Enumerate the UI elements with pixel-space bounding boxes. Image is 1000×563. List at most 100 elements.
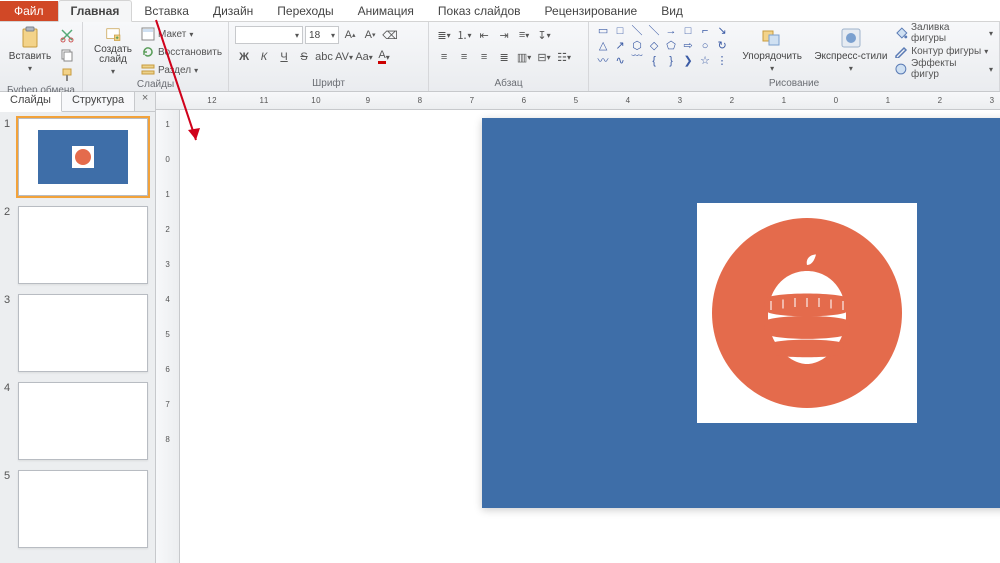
tab-review[interactable]: Рецензирование [533, 1, 650, 21]
reset-button[interactable]: Восстановить [141, 44, 222, 60]
bold-button[interactable]: Ж [235, 48, 253, 66]
thumbnail-item[interactable]: 4 [4, 382, 151, 460]
copy-button[interactable] [58, 46, 76, 64]
tab-animation[interactable]: Анимация [346, 1, 426, 21]
slide-panel: Слайды Структура × 1 2 3 4 5 [0, 92, 156, 563]
vertical-ruler[interactable]: 1012345678 [156, 110, 180, 563]
align-center-button[interactable]: ≡ [455, 48, 473, 66]
thumbnail-3[interactable] [18, 294, 148, 372]
shadow-button[interactable]: abc [315, 48, 333, 66]
paste-button[interactable]: Вставить ▾ [6, 24, 54, 76]
bullets-button[interactable]: ≣▾ [435, 26, 453, 44]
thumbnail-item[interactable]: 1 [4, 118, 151, 196]
chevron-down-icon: ▾ [111, 68, 115, 76]
tab-home[interactable]: Главная [58, 0, 133, 22]
apple-logo-icon [712, 218, 902, 408]
ribbon-tabs: Файл Главная Вставка Дизайн Переходы Ани… [0, 0, 1000, 22]
thumbnail-item[interactable]: 5 [4, 470, 151, 548]
thumbnail-4[interactable] [18, 382, 148, 460]
numbering-button[interactable]: ⒈▾ [455, 26, 473, 44]
group-paragraph: ≣▾ ⒈▾ ⇤ ⇥ ≡▾ ↧▾ ≡ ≡ ≡ ≣ ▥▾ ⊟▾ ☷▾ Абза [429, 22, 589, 91]
group-slides-label: Слайды [89, 78, 222, 92]
thumbnail-number: 5 [4, 470, 14, 548]
format-painter-icon [59, 67, 75, 83]
panel-tab-slides[interactable]: Слайды [0, 92, 62, 112]
strike-button[interactable]: S [295, 48, 313, 66]
quick-styles-button[interactable]: Экспресс-стили▾ [812, 24, 891, 76]
tab-slideshow[interactable]: Показ слайдов [426, 1, 533, 21]
quick-styles-icon [837, 26, 865, 50]
tab-design[interactable]: Дизайн [201, 1, 265, 21]
group-drawing: ▭□＼＼→□⌐↘ △↗⬡◇⬠⇨○↻ 〰∿﹋{}❯☆⋮ Упорядочить▾ … [589, 22, 1000, 91]
layout-button[interactable]: Макет ▾ [141, 26, 222, 42]
shrink-font-button[interactable]: A▾ [361, 26, 379, 44]
increase-indent-button[interactable]: ⇥ [495, 26, 513, 44]
section-label: Раздел [158, 65, 191, 76]
inserted-image[interactable] [697, 203, 917, 423]
arrange-label: Упорядочить [742, 52, 802, 63]
font-size-combo[interactable]: 18▾ [305, 26, 339, 44]
reset-label: Восстановить [158, 47, 222, 58]
tab-insert[interactable]: Вставка [132, 1, 201, 21]
layout-icon [141, 27, 155, 41]
horizontal-ruler[interactable]: 12111098765432101234567891011 [156, 92, 1000, 110]
slide[interactable] [482, 118, 1000, 508]
paste-icon [16, 26, 44, 50]
cut-icon [59, 27, 75, 43]
align-right-button[interactable]: ≡ [475, 48, 493, 66]
thumbnail-1[interactable] [18, 118, 148, 196]
char-spacing-button[interactable]: AV▾ [335, 48, 353, 66]
smartart-button[interactable]: ☷▾ [555, 48, 573, 66]
group-slides: Создать слайд ▾ Макет ▾ Восстановить Раз… [83, 22, 229, 91]
justify-button[interactable]: ≣ [495, 48, 513, 66]
eraser-icon: ⌫ [382, 29, 398, 42]
chevron-down-icon: ▾ [28, 65, 32, 73]
group-paragraph-label: Абзац [435, 77, 582, 91]
arrange-icon [758, 26, 786, 50]
thumbnail-item[interactable]: 3 [4, 294, 151, 372]
shapes-gallery[interactable]: ▭□＼＼→□⌐↘ △↗⬡◇⬠⇨○↻ 〰∿﹋{}❯☆⋮ [595, 24, 733, 68]
thumbnail-5[interactable] [18, 470, 148, 548]
shape-fill-button[interactable]: Заливка фигуры ▾ [894, 25, 993, 41]
tab-transitions[interactable]: Переходы [265, 1, 345, 21]
clear-formatting-button[interactable]: ⌫ [381, 26, 399, 44]
new-slide-icon [99, 26, 127, 43]
group-font: ▾ 18▾ A▴ A▾ ⌫ Ж К Ч S abc AV▾ Aa▾ A▾ [229, 22, 429, 91]
format-painter-button[interactable] [58, 66, 76, 84]
font-color-button[interactable]: A▾ [375, 48, 393, 66]
new-slide-button[interactable]: Создать слайд ▾ [89, 24, 137, 76]
slide-canvas[interactable] [180, 110, 1000, 563]
cut-button[interactable] [58, 26, 76, 44]
reset-icon [141, 45, 155, 59]
tab-view[interactable]: Вид [649, 1, 695, 21]
thumbnail-2[interactable] [18, 206, 148, 284]
pen-icon [894, 44, 908, 58]
decrease-indent-button[interactable]: ⇤ [475, 26, 493, 44]
grow-font-button[interactable]: A▴ [341, 26, 359, 44]
thumbnail-list[interactable]: 1 2 3 4 5 [0, 112, 155, 563]
text-direction-button[interactable]: ↧▾ [535, 26, 553, 44]
shape-outline-button[interactable]: Контур фигуры ▾ [894, 43, 993, 59]
columns-button[interactable]: ▥▾ [515, 48, 533, 66]
thumbnail-number: 3 [4, 294, 14, 372]
thumbnail-number: 2 [4, 206, 14, 284]
line-spacing-button[interactable]: ≡▾ [515, 26, 533, 44]
underline-button[interactable]: Ч [275, 48, 293, 66]
panel-tab-outline[interactable]: Структура [62, 92, 135, 111]
thumbnail-item[interactable]: 2 [4, 206, 151, 284]
shape-effects-button[interactable]: Эффекты фигур ▾ [894, 61, 993, 77]
font-name-combo[interactable]: ▾ [235, 26, 303, 44]
change-case-button[interactable]: Aa▾ [355, 48, 373, 66]
layout-label: Макет [158, 29, 186, 40]
font-color-icon: A [378, 50, 385, 64]
arrange-button[interactable]: Упорядочить▾ [737, 24, 808, 76]
group-font-label: Шрифт [235, 77, 422, 91]
align-left-button[interactable]: ≡ [435, 48, 453, 66]
thumbnail-number: 1 [4, 118, 14, 196]
tab-file[interactable]: Файл [0, 1, 58, 21]
panel-close-button[interactable]: × [135, 92, 155, 111]
section-icon [141, 63, 155, 77]
italic-button[interactable]: К [255, 48, 273, 66]
section-button[interactable]: Раздел ▾ [141, 62, 222, 78]
align-text-button[interactable]: ⊟▾ [535, 48, 553, 66]
